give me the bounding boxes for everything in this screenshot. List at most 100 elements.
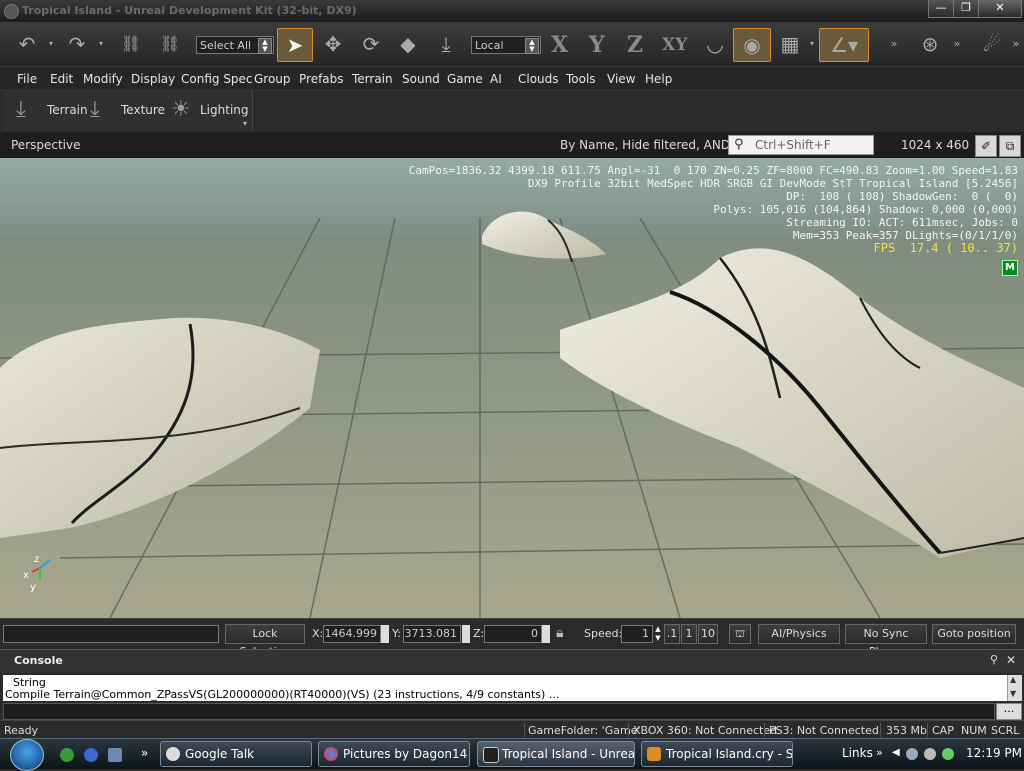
menu-config-spec[interactable]: Config Spec <box>181 72 253 86</box>
close-button[interactable]: ✕ <box>978 0 1022 18</box>
terrain-collision-icon[interactable]: ⛫ <box>729 624 751 644</box>
toolbar-dropdown-icon[interactable]: ▾ <box>243 119 247 128</box>
minimize-button[interactable]: — <box>928 0 954 18</box>
overflow-icon[interactable]: » <box>886 28 902 60</box>
menu-modify[interactable]: Modify <box>83 72 123 86</box>
speed-preset-0.1[interactable]: .1 <box>664 624 680 644</box>
maximize-button[interactable]: ❐ <box>953 0 979 18</box>
redo-icon[interactable]: ↷ <box>62 28 92 60</box>
status-separator <box>764 723 765 737</box>
lighting-tool-label[interactable]: Lighting <box>200 103 249 117</box>
speed-preset-1[interactable]: 1 <box>681 624 697 644</box>
menu-edit[interactable]: Edit <box>50 72 73 86</box>
lock-selection-button[interactable]: Lock Selection <box>225 624 305 658</box>
y-position-input[interactable]: 3713.081 <box>403 625 461 643</box>
taskbar-clock[interactable]: 12:19 PM <box>966 746 1022 760</box>
menu-group[interactable]: Group <box>254 72 291 86</box>
3d-viewport[interactable]: CamPos=1836.32 4399.18 611.75 Angl=-31 0… <box>0 158 1024 618</box>
x-slider-handle[interactable] <box>381 625 389 643</box>
show-desktop-icon[interactable] <box>108 748 122 762</box>
terrain-tool-icon[interactable]: ⤓ <box>16 97 26 122</box>
terrain-tool-label[interactable]: Terrain <box>47 103 88 117</box>
links-toolbar[interactable]: Links <box>842 746 873 760</box>
taskbar-item-editor[interactable]: Tropical Island - Unrea... <box>477 741 635 767</box>
overflow-icon[interactable]: » <box>141 746 148 760</box>
axis-xy-button[interactable]: XY <box>662 35 687 55</box>
speed-spin-icon[interactable]: ▲ ▼ <box>654 625 662 643</box>
menu-terrain[interactable]: Terrain <box>352 72 393 86</box>
taskbar-item-sandbox[interactable]: Tropical Island.cry - S... <box>641 741 793 767</box>
texture-tool-label[interactable]: Texture <box>121 103 165 117</box>
camera-snap-icon[interactable]: ◉ <box>733 28 771 62</box>
viewport-maximize-icon[interactable]: ⧉ <box>999 135 1021 157</box>
terrain-snap-icon[interactable]: ◡ <box>700 28 730 60</box>
menu-game[interactable]: Game <box>447 72 483 86</box>
undo-dropdown-icon[interactable]: ▾ <box>44 28 58 60</box>
link-icon[interactable]: ⛓ <box>116 28 146 60</box>
viewport-search-input[interactable]: ⚲ Ctrl+Shift+F <box>728 135 874 155</box>
z-position-input[interactable]: 0 <box>484 625 542 643</box>
no-sync-player-button[interactable]: No Sync Player <box>845 624 927 658</box>
viewport-filter-text[interactable]: By Name, Hide filtered, AND <box>560 138 730 152</box>
pin-icon[interactable]: ⚲ <box>990 653 998 666</box>
scale-tool-icon[interactable]: ◆ <box>392 28 424 60</box>
overflow-icon[interactable]: » <box>876 746 883 759</box>
scroll-up-icon[interactable]: ▲ <box>1010 675 1016 684</box>
redo-dropdown-icon[interactable]: ▾ <box>94 28 108 60</box>
grid-icon[interactable]: ▦ <box>776 28 804 60</box>
speed-preset-10[interactable]: 10 <box>698 624 718 644</box>
menu-help[interactable]: Help <box>645 72 672 86</box>
texture-tool-icon[interactable]: ⤓ <box>90 97 100 122</box>
menu-file[interactable]: File <box>17 72 37 86</box>
network-icon[interactable] <box>906 748 918 760</box>
axis-x-button[interactable]: X <box>551 32 568 58</box>
overflow-icon[interactable]: » <box>1010 28 1022 60</box>
console-close-icon[interactable]: ✕ <box>1006 653 1016 667</box>
ai-physics-button[interactable]: AI/Physics <box>758 624 840 644</box>
select-tool-icon[interactable]: ➤ <box>277 28 313 62</box>
menu-tools[interactable]: Tools <box>566 72 596 86</box>
coordinate-system-combo[interactable]: Local ▲ ▼ <box>471 36 541 54</box>
axis-z-button[interactable]: Z <box>627 32 643 58</box>
select-combo[interactable]: Select All ▲ ▼ <box>196 36 274 54</box>
move-tool-icon[interactable]: ✥ <box>317 28 349 60</box>
menu-ai[interactable]: AI <box>490 72 502 86</box>
z-slider-handle[interactable] <box>542 625 550 643</box>
quick-launch-icon[interactable] <box>60 748 74 762</box>
menu-view[interactable]: View <box>607 72 635 86</box>
angle-snap-icon[interactable]: ∠▾ <box>819 28 869 62</box>
console-scrollbar[interactable]: ▲ ▼ <box>1007 675 1022 701</box>
taskbar-item-google-talk[interactable]: Google Talk <box>160 741 312 767</box>
game-mode-icon[interactable]: ☄ <box>975 28 1009 60</box>
unlink-icon[interactable]: ⛓ <box>154 28 186 60</box>
viewport-view-name[interactable]: Perspective <box>11 138 81 152</box>
lock-icon[interactable]: 🔒︎ <box>556 625 563 641</box>
taskbar-item-browser[interactable]: Pictures by Dagon14 - ... <box>318 741 470 767</box>
console-command-input[interactable] <box>3 703 995 720</box>
media-player-icon[interactable] <box>84 748 98 762</box>
tray-app-icon[interactable] <box>942 748 954 760</box>
volume-icon[interactable] <box>924 748 936 760</box>
lighting-tool-icon[interactable]: ☀ <box>171 97 191 122</box>
start-button[interactable] <box>10 739 44 771</box>
rotate-tool-icon[interactable]: ⟳ <box>355 28 387 60</box>
tray-expand-icon[interactable]: ◀ <box>892 747 900 758</box>
console-more-button[interactable]: ... <box>996 703 1022 720</box>
menu-display[interactable]: Display <box>131 72 175 86</box>
menu-clouds[interactable]: Clouds <box>518 72 559 86</box>
drop-to-ground-icon[interactable]: ⤓ <box>429 28 463 60</box>
console-output[interactable]: String Compile Terrain@Common_ZPassVS(GL… <box>3 675 1007 701</box>
scroll-down-icon[interactable]: ▼ <box>1010 689 1016 698</box>
menu-sound[interactable]: Sound <box>402 72 440 86</box>
overflow-icon[interactable]: » <box>950 28 964 60</box>
goto-position-button[interactable]: Goto position <box>932 624 1016 644</box>
speed-input[interactable]: 1 <box>621 625 653 643</box>
menu-prefabs[interactable]: Prefabs <box>299 72 344 86</box>
y-slider-handle[interactable] <box>462 625 470 643</box>
physics-icon[interactable]: ⊛ <box>912 28 948 60</box>
x-position-input[interactable]: 1464.999 <box>323 625 381 643</box>
grid-dropdown-icon[interactable]: ▾ <box>806 28 818 60</box>
viewport-settings-icon[interactable]: ✐ <box>975 135 997 157</box>
undo-icon[interactable]: ↶ <box>12 28 42 60</box>
axis-y-button[interactable]: Y <box>589 32 605 58</box>
